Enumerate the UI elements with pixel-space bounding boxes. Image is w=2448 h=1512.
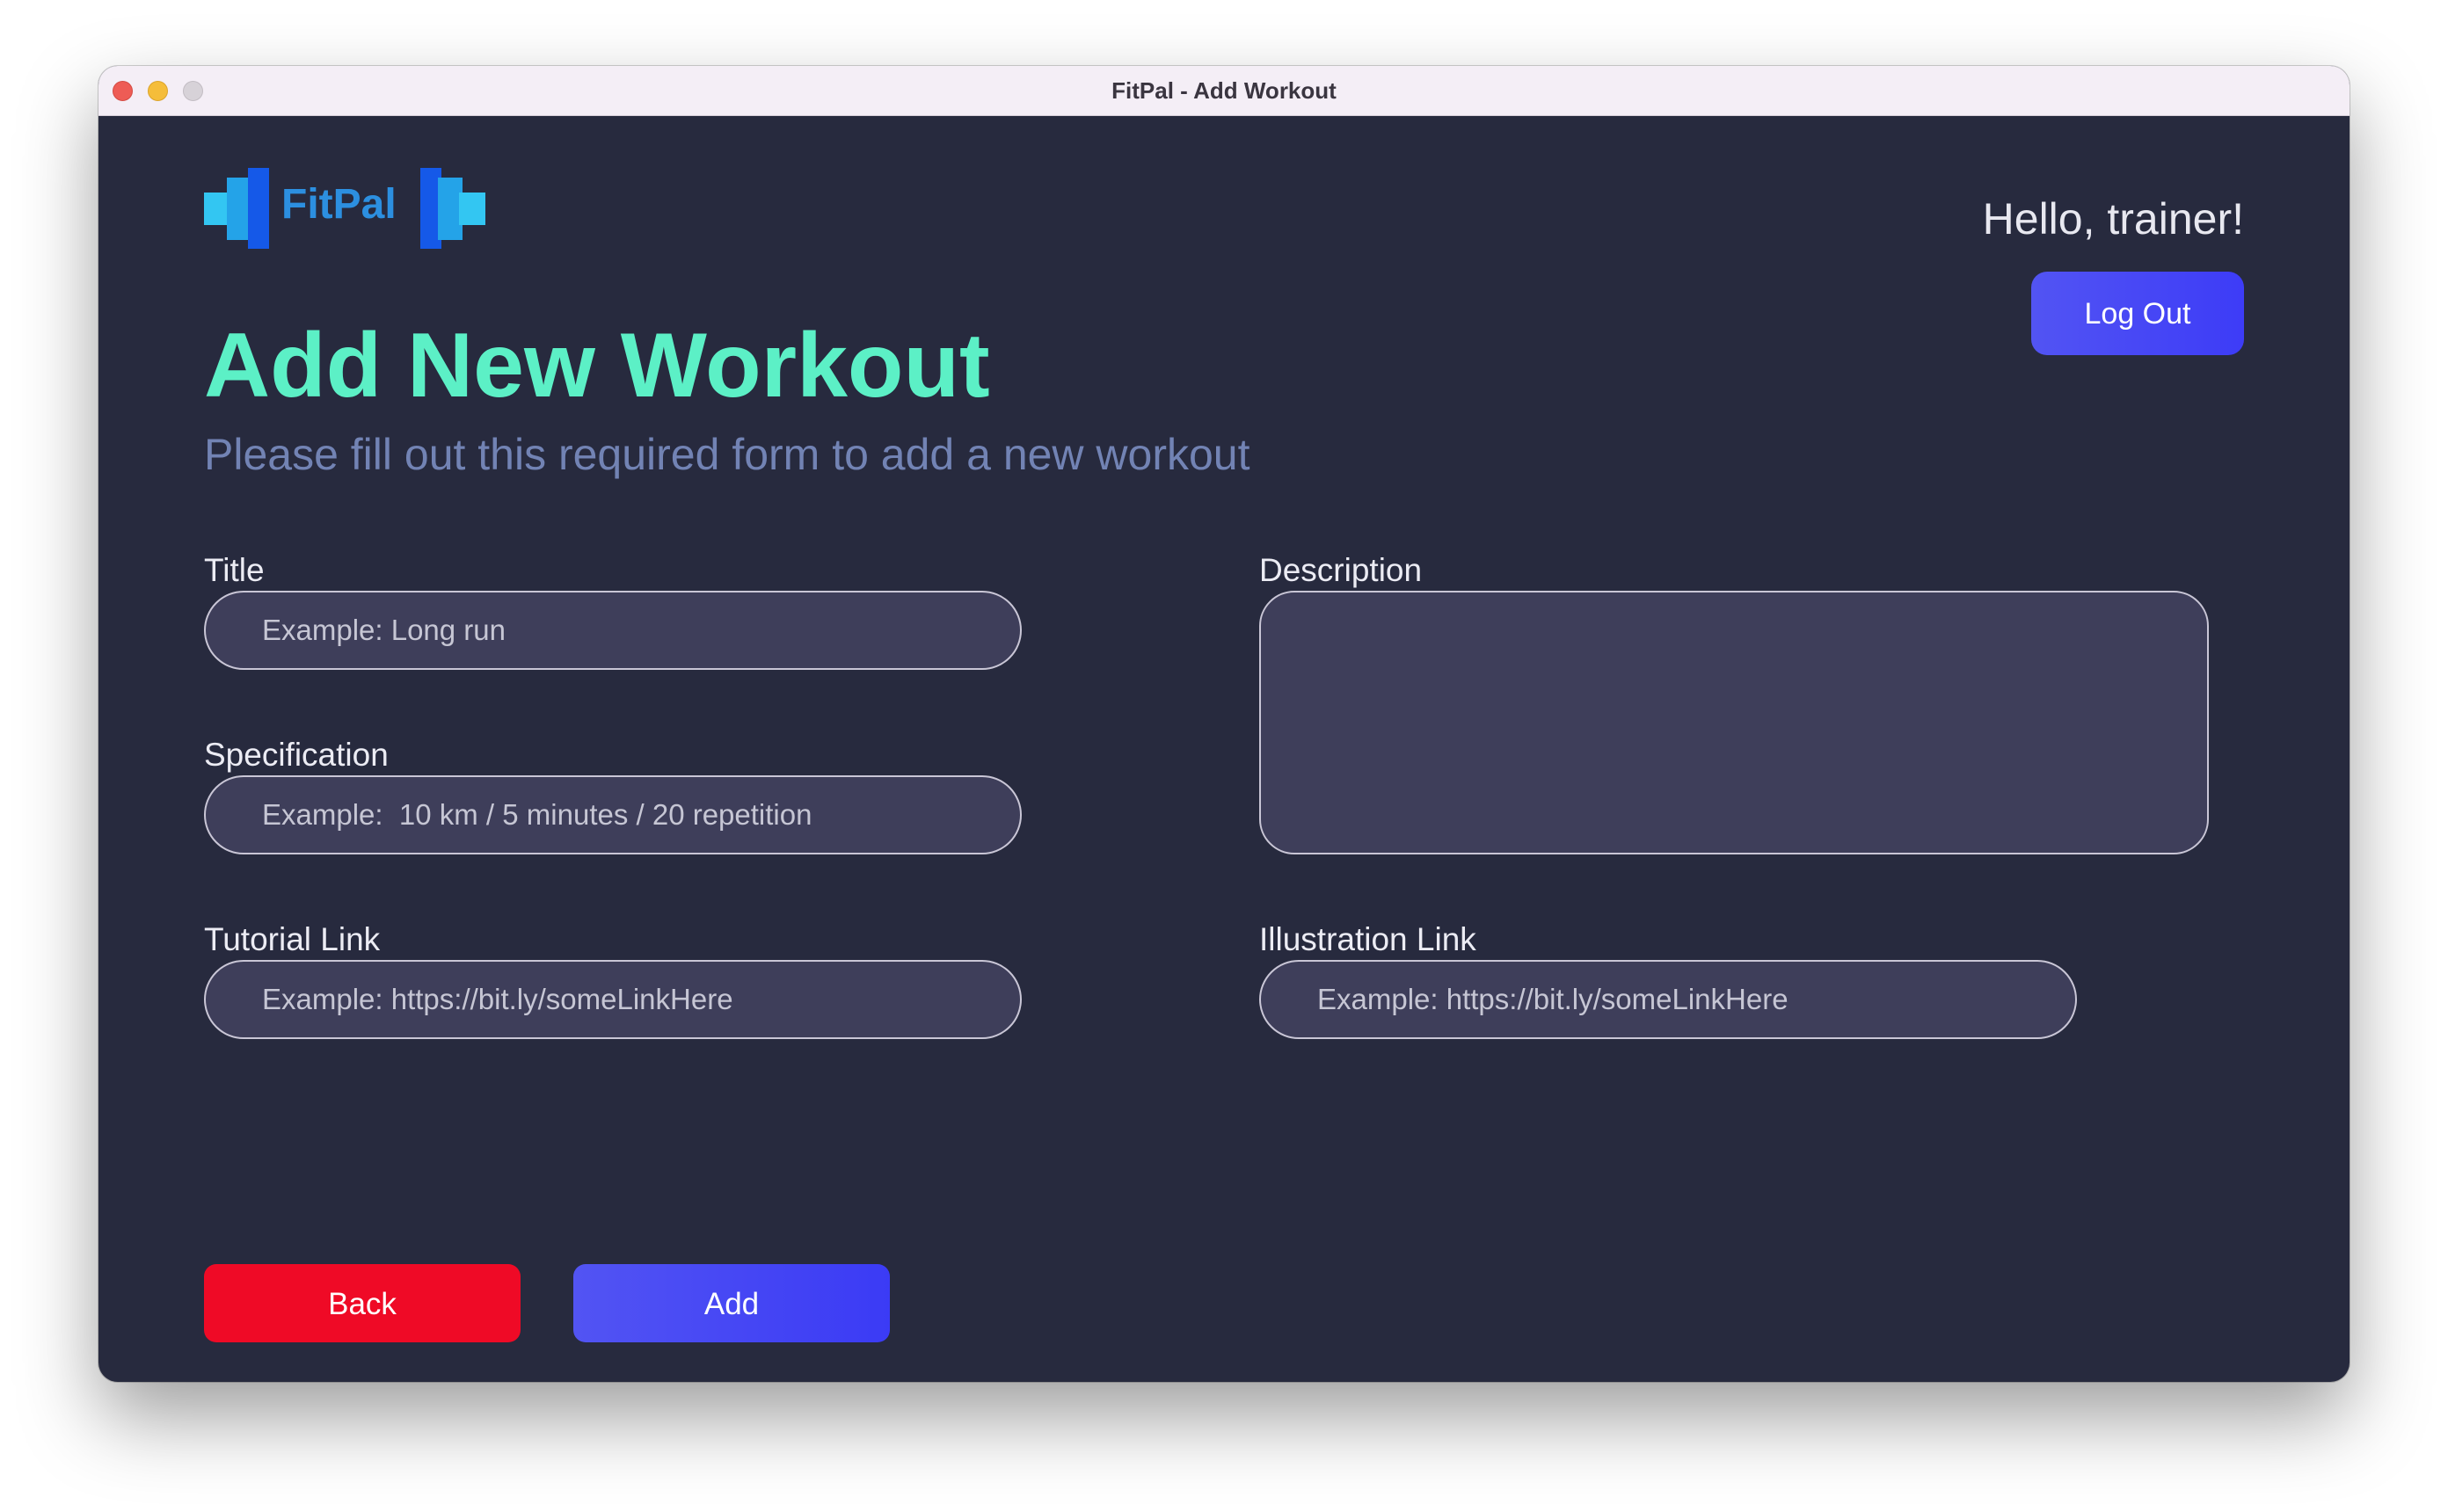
title-bar: FitPal - Add Workout (98, 66, 2350, 116)
add-button[interactable]: Add (573, 1264, 890, 1342)
logo-text: FitPal (281, 181, 397, 228)
main-content: FitPal Hello, trainer! Log Out Add New W… (98, 116, 2350, 1382)
fitpal-logo: FitPal (204, 168, 485, 249)
specification-input[interactable] (204, 775, 1022, 854)
tutorial-link-label: Tutorial Link (204, 921, 381, 957)
tutorial-link-input[interactable] (204, 960, 1022, 1039)
page-subtitle: Please fill out this required form to ad… (204, 430, 1250, 479)
window-title: FitPal - Add Workout (1111, 77, 1337, 104)
user-greeting: Hello, trainer! (1982, 194, 2244, 244)
back-button[interactable]: Back (204, 1264, 521, 1342)
page-title: Add New Workout (204, 315, 990, 417)
illustration-link-label: Illustration Link (1259, 921, 1476, 957)
title-input[interactable] (204, 591, 1022, 670)
specification-label: Specification (204, 737, 389, 773)
logout-button[interactable]: Log Out (2031, 272, 2244, 355)
description-textarea[interactable] (1259, 591, 2209, 854)
app-window: FitPal - Add Workout FitPal Hello, train… (98, 66, 2350, 1382)
title-label: Title (204, 552, 265, 588)
illustration-link-input[interactable] (1259, 960, 2077, 1039)
description-label: Description (1259, 552, 1423, 588)
